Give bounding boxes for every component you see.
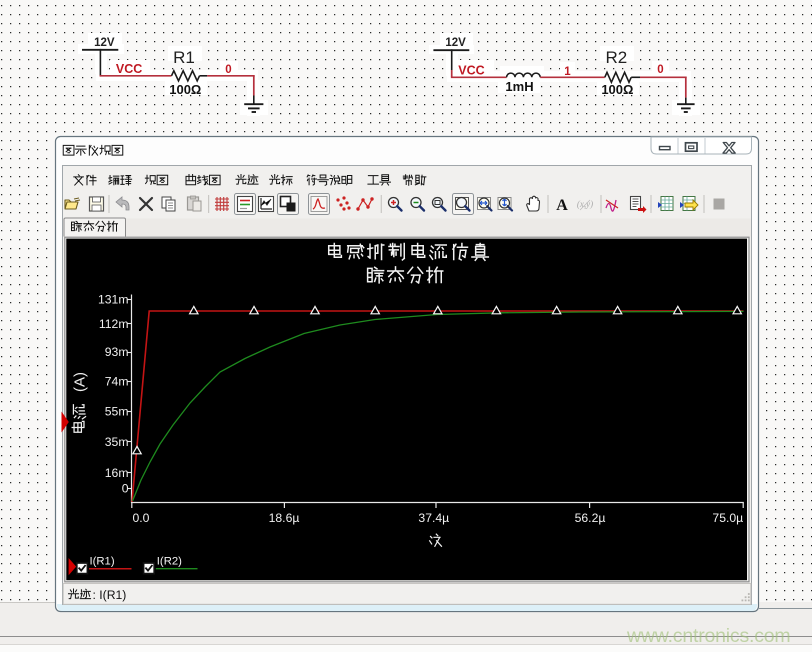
svg-text:(A): (A) xyxy=(72,372,89,392)
svg-text:131m: 131m xyxy=(98,293,129,307)
svg-text:R1: R1 xyxy=(173,48,195,67)
svg-text:1mH: 1mH xyxy=(505,79,533,94)
svg-text:55m: 55m xyxy=(105,405,129,419)
svg-text:74m: 74m xyxy=(105,375,129,389)
svg-text:VCC: VCC xyxy=(458,64,484,78)
svg-text:0: 0 xyxy=(225,64,231,76)
svg-text:16m: 16m xyxy=(105,466,129,480)
svg-text:100Ω: 100Ω xyxy=(601,82,633,97)
svg-text:I(R1): I(R1) xyxy=(90,555,115,567)
svg-text:56.2µ: 56.2µ xyxy=(575,511,606,525)
svg-text:12V: 12V xyxy=(445,37,466,49)
svg-text:112m: 112m xyxy=(99,317,129,331)
svg-text:1: 1 xyxy=(564,66,571,78)
svg-text:100Ω: 100Ω xyxy=(169,82,201,97)
svg-text:0.0: 0.0 xyxy=(133,511,150,525)
svg-text:75.0µ: 75.0µ xyxy=(712,511,743,525)
svg-text:93m: 93m xyxy=(105,345,129,359)
svg-text:37.4µ: 37.4µ xyxy=(418,511,449,525)
svg-text:R2: R2 xyxy=(606,48,628,67)
svg-text:VCC: VCC xyxy=(116,62,142,76)
svg-text:35m: 35m xyxy=(105,435,129,449)
svg-text:(x,y): (x,y) xyxy=(577,199,593,209)
svg-text:0: 0 xyxy=(657,64,663,76)
svg-text:I(R2): I(R2) xyxy=(157,555,182,567)
svg-text:: I(R1): : I(R1) xyxy=(93,588,127,602)
svg-text:A: A xyxy=(556,197,568,214)
svg-text:12V: 12V xyxy=(94,37,115,49)
svg-text:18.6µ: 18.6µ xyxy=(269,511,300,525)
